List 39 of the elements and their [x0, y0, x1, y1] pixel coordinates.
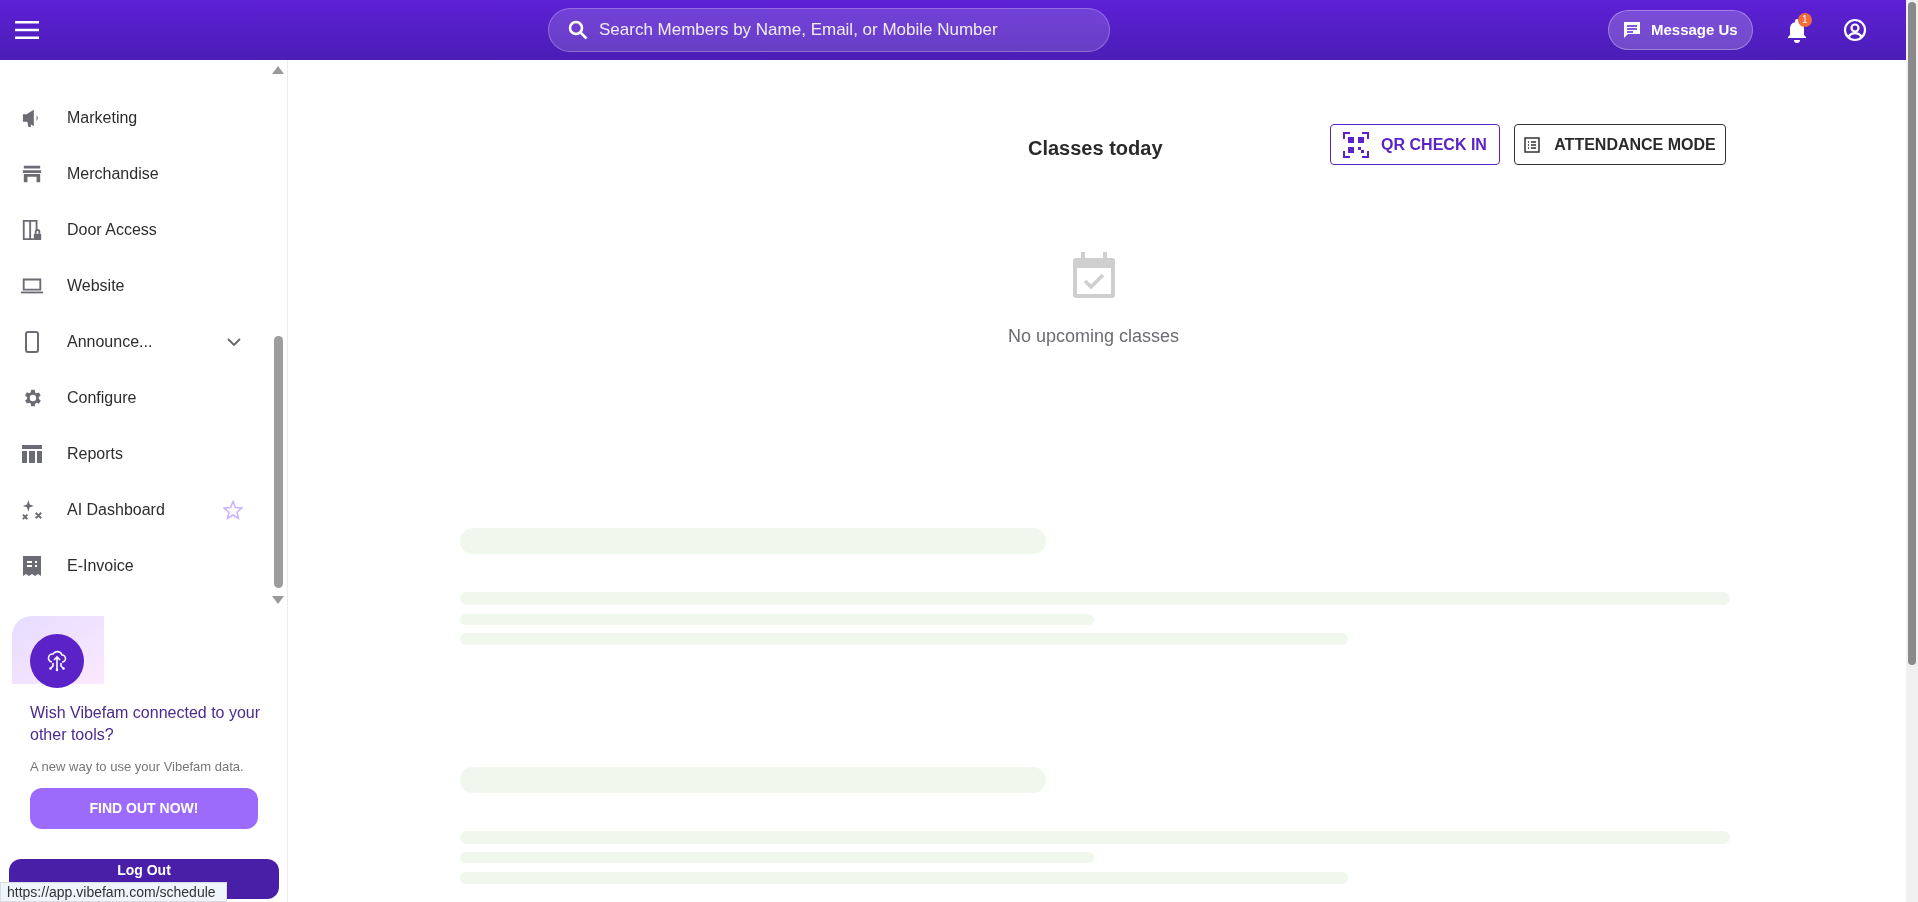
scroll-down-icon[interactable]	[272, 596, 284, 604]
sidebar-item[interactable]: Reports	[67, 442, 217, 466]
phone-icon	[23, 331, 40, 353]
star-icon[interactable]	[223, 500, 243, 520]
sidebar-item[interactable]: Announce...	[67, 330, 217, 354]
chat-icon	[1623, 21, 1641, 39]
page-scrollbar[interactable]	[1906, 0, 1918, 902]
list-icon	[1524, 136, 1541, 153]
door-lock-icon	[20, 219, 43, 241]
chevron-down-icon[interactable]	[227, 337, 241, 347]
sidebar-item[interactable]: Marketing	[67, 106, 217, 130]
find-out-now-button[interactable]: FIND OUT NOW!	[30, 788, 258, 829]
menu-icon[interactable]	[15, 21, 39, 39]
section-title: Classes today	[1028, 136, 1163, 161]
sidebar-item[interactable]: E-Invoice	[67, 554, 217, 578]
sidebar-item[interactable]: Door Access	[67, 218, 217, 242]
store-icon	[20, 164, 43, 184]
promo-title: Wish Vibefam connected to your other tools?	[30, 703, 262, 745]
attendance-mode-button[interactable]: ATTENDANCE MODE	[1514, 124, 1726, 165]
sidebar-item[interactable]: AI Dashboard	[67, 498, 217, 522]
sparkle-icon	[20, 499, 43, 521]
receipt-icon	[21, 555, 42, 577]
sidebar-item[interactable]: Configure	[67, 386, 217, 410]
sidebar-scrollbar[interactable]	[272, 66, 284, 604]
sidebar-item[interactable]: Merchandise	[67, 162, 217, 186]
message-us-button[interactable]: Message Us	[1608, 10, 1753, 50]
laptop-icon	[19, 277, 44, 295]
table-icon	[20, 444, 43, 464]
qr-check-in-button[interactable]: QR CHECK IN	[1330, 124, 1500, 165]
scroll-up-icon[interactable]	[272, 66, 284, 74]
account-icon[interactable]	[1842, 18, 1867, 42]
empty-state-text: No upcoming classes	[1008, 325, 1180, 348]
sidebar-item[interactable]: Website	[67, 274, 217, 298]
promo-text: A new way to use your Vibefam data.	[30, 758, 244, 776]
notification-count-badge: 1	[1797, 13, 1812, 27]
search-icon	[568, 20, 588, 40]
status-url-tooltip: https://app.vibefam.com/schedule	[0, 882, 227, 902]
qr-code-icon	[1343, 131, 1370, 158]
calendar-check-icon	[1073, 252, 1115, 298]
